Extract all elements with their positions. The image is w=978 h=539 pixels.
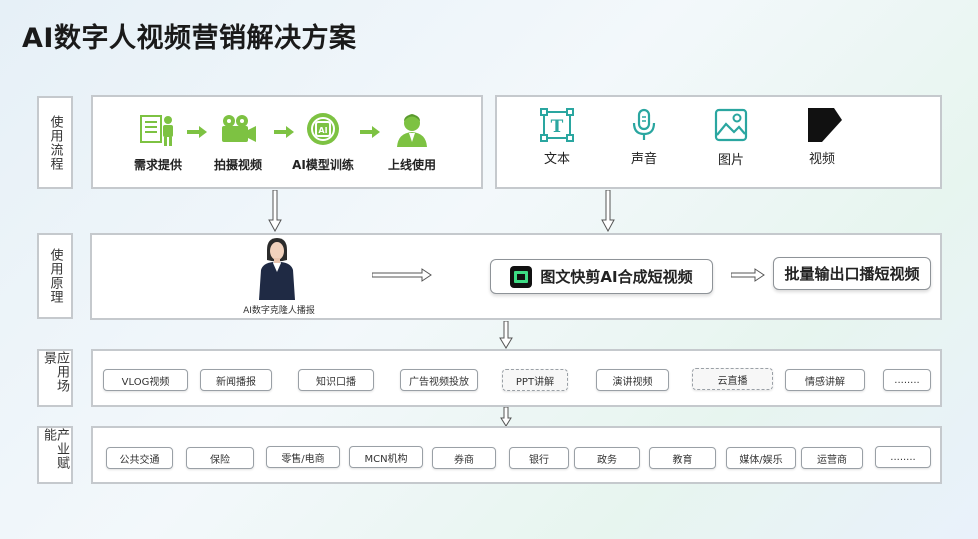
- media-image: 图片: [709, 107, 753, 168]
- scene-chip: 演讲视频: [596, 369, 669, 391]
- scene-chip: PPT讲解: [502, 369, 568, 391]
- industry-chip: 教育: [649, 447, 716, 469]
- section-label-process: 使用流程: [37, 96, 73, 189]
- arrow-down-icon: [500, 407, 512, 427]
- video-icon: [808, 108, 842, 142]
- arrow-right-icon: [360, 126, 380, 138]
- text-icon: T: [540, 108, 574, 142]
- video-camera-icon: [222, 115, 256, 142]
- arrow-down-icon: [268, 190, 282, 232]
- industry-chip: 公共交通: [106, 447, 173, 469]
- scene-chip: 知识口播: [298, 369, 374, 391]
- app-logo-icon: [510, 265, 533, 288]
- avatar-caption: AI数字克隆人播报: [243, 306, 315, 316]
- arrow-right-outline-icon: [372, 268, 432, 282]
- section-label-scenes: 应用场景: [37, 349, 73, 407]
- industry-chip: 零售/电商: [266, 446, 340, 468]
- arrow-right-outline-icon: [731, 268, 765, 282]
- scene-chip: 情感讲解: [785, 369, 865, 391]
- industry-chip: 媒体/娱乐: [726, 447, 796, 469]
- step-ai-training: AI AI模型训练: [288, 112, 358, 173]
- document-person-icon: [140, 115, 173, 146]
- industry-chip: 银行: [509, 447, 569, 469]
- page-title: AI数字人视频营销解决方案: [22, 23, 357, 54]
- industry-chip: ........: [875, 446, 931, 468]
- ai-chip-icon: AI: [307, 113, 339, 145]
- media-video: 视频: [800, 106, 844, 167]
- digital-avatar-figure: [259, 238, 295, 300]
- industry-chip: 券商: [432, 447, 496, 469]
- scene-chip: 云直播: [692, 368, 773, 390]
- arrow-down-icon: [499, 321, 513, 349]
- scene-chip: ........: [883, 369, 931, 391]
- industry-chip: MCN机构: [349, 446, 423, 468]
- scene-chip: 广告视频投放: [400, 369, 478, 391]
- section-label-principle: 使用原理: [37, 233, 73, 319]
- batch-output-label: 批量输出口播短视频: [773, 257, 931, 290]
- step-requirement: 需求提供: [130, 112, 186, 173]
- industry-chip: 政务: [574, 447, 640, 469]
- scene-chip: VLOG视频: [103, 369, 188, 391]
- person-avatar-icon: [397, 114, 427, 147]
- section-label-industry: 产业赋能: [37, 426, 73, 484]
- step-go-live: 上线使用: [384, 112, 440, 173]
- media-voice: 声音: [622, 108, 666, 167]
- microphone-icon: [632, 108, 656, 140]
- step-shoot-video: 拍摄视频: [210, 112, 266, 173]
- svg-text:T: T: [551, 117, 564, 137]
- arrow-right-icon: [187, 126, 207, 138]
- industry-chip: 保险: [186, 447, 254, 469]
- ai-video-tool-label: 图文快剪AI合成短视频: [490, 259, 713, 294]
- media-text: T 文本: [535, 108, 579, 167]
- image-icon: [714, 108, 748, 142]
- scene-chip: 新闻播报: [200, 369, 272, 391]
- industry-chip: 运营商: [801, 447, 863, 469]
- arrow-down-icon: [601, 190, 615, 232]
- svg-text:AI: AI: [318, 126, 327, 135]
